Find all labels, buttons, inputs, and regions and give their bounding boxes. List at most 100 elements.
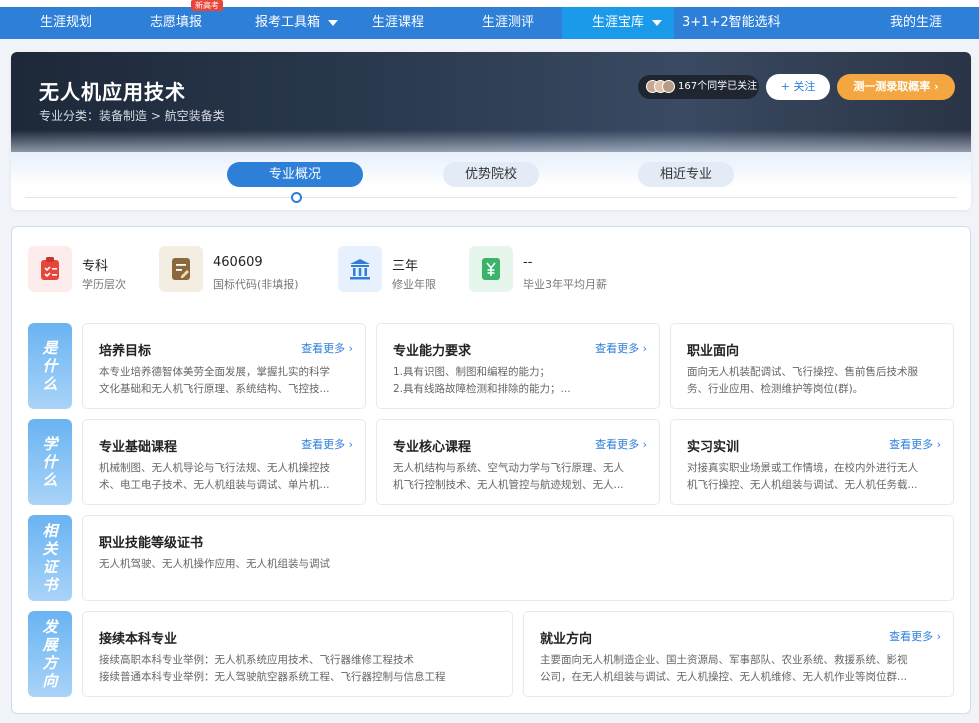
new-badge: 新高考	[191, 0, 223, 11]
section-label-what: 是 什 么	[28, 323, 72, 409]
card-career-orientation[interactable]: 职业面向 面向无人机装配调试、飞行操控、售前售后技术服 务、行业应用、检测维护等…	[670, 323, 954, 409]
view-more-link[interactable]: 查看更多 ›	[301, 436, 353, 452]
document-edit-icon	[159, 246, 203, 292]
nav-application[interactable]: 志愿填报	[150, 7, 202, 39]
card-line: 无人机驾驶、无人机操作应用、无人机组装与调试	[99, 558, 330, 570]
card-line: 本专业培养德智体美劳全面发展，掌握扎实的科学	[99, 366, 330, 378]
section-char: 相	[42, 522, 58, 540]
chevron-down-icon	[652, 19, 663, 26]
card-title: 职业技能等级证书	[99, 536, 204, 551]
overview-panel: 专科 学历层次 460609 国标代码(非填报) 三年 修业年限 -- 毕业3年…	[11, 226, 971, 714]
card-further-study[interactable]: 接续本科专业 接续高职本科专业举例：无人机系统应用技术、飞行器维修工程技术 接续…	[82, 611, 513, 697]
card-body: 本专业培养德智体美劳全面发展，掌握扎实的科学 文化基础和无人机飞行原理、系统结构…	[99, 364, 351, 398]
stat-value: 460609	[213, 255, 263, 270]
card-line: 公司，在无人机组装与调试、无人机操控、无人机维修、无人机作业等岗位群...	[540, 671, 908, 683]
followers-text: 167个同学已关注	[678, 81, 758, 92]
major-header-card: 无人机应用技术 专业分类：装备制造 > 航空装备类 167个同学已关注 + 关注…	[11, 52, 971, 210]
card-line: 无人机结构与系统、空气动力学与飞行原理、无人	[393, 462, 624, 474]
card-employment-direction[interactable]: 就业方向 查看更多 › 主要面向无人机制造企业、国土资源局、军事部队、农业系统、…	[523, 611, 954, 697]
card-title: 实习实训	[687, 440, 740, 455]
nav-toolbox-label: 报考工具箱	[255, 15, 321, 30]
card-body: 面向无人机装配调试、飞行操控、售前售后技术服 务、行业应用、检测维护等岗位(群)…	[687, 364, 939, 398]
nav-treasury-label: 生涯宝库	[592, 15, 645, 30]
card-ability-requirements[interactable]: 专业能力要求 查看更多 › 1.具有识图、制图和编程的能力； 2.具有线路故障检…	[376, 323, 660, 409]
section-char: 什	[42, 357, 58, 375]
card-basic-courses[interactable]: 专业基础课程 查看更多 › 机械制图、无人机导论与飞行法规、无人机操控技 术、电…	[82, 419, 366, 505]
top-navigation: 生涯规划 志愿填报 报考工具箱 生涯课程 生涯测评 生涯宝库 3+1+2智能选科…	[0, 0, 979, 39]
nav-treasury[interactable]: 生涯宝库	[562, 7, 674, 39]
card-line: 务、行业应用、检测维护等岗位(群)。	[687, 383, 864, 395]
section-char: 什	[42, 453, 58, 471]
section-label-study: 学 什 么	[28, 419, 72, 505]
institution-icon	[338, 246, 382, 292]
stat-national-code: 460609 国标代码(非填报)	[159, 246, 319, 292]
clipboard-icon	[28, 246, 72, 292]
view-more-link[interactable]: 查看更多 ›	[889, 436, 941, 452]
card-body: 机械制图、无人机导论与飞行法规、无人机操控技 术、电工电子技术、无人机组装与调试…	[99, 460, 351, 494]
view-more-link[interactable]: 查看更多 ›	[301, 340, 353, 356]
nav-assessment[interactable]: 生涯测评	[482, 7, 534, 39]
section-char: 关	[42, 540, 58, 558]
card-line: 对接真实职业场景或工作情境，在校内外进行无人	[687, 462, 918, 474]
section-char: 证	[42, 558, 58, 576]
card-body: 接续高职本科专业举例：无人机系统应用技术、飞行器维修工程技术 接续普通本科专业举…	[99, 652, 498, 686]
card-core-courses[interactable]: 专业核心课程 查看更多 › 无人机结构与系统、空气动力学与飞行原理、无人 机飞行…	[376, 419, 660, 505]
section-char: 么	[42, 471, 58, 489]
nav-subject-selection[interactable]: 3+1+2智能选科	[682, 7, 781, 39]
chevron-down-icon	[328, 19, 339, 26]
section-char: 向	[42, 672, 58, 690]
stat-label: 毕业3年平均月薪	[523, 278, 607, 291]
card-line: 接续普通本科专业举例：无人驾驶航空器系统工程、飞行器控制与信息工程	[99, 671, 446, 683]
section-char: 方	[42, 654, 58, 672]
stat-label: 修业年限	[392, 278, 436, 291]
view-more-link[interactable]: 查看更多 ›	[595, 436, 647, 452]
view-more-link[interactable]: 查看更多 ›	[889, 628, 941, 644]
section-char: 展	[42, 636, 58, 654]
card-title: 培养目标	[99, 344, 152, 359]
section-char: 学	[42, 435, 58, 453]
money-icon	[469, 246, 513, 292]
card-body: 主要面向无人机制造企业、国土资源局、军事部队、农业系统、救援系统、影视 公司，在…	[540, 652, 939, 686]
stat-duration: 三年 修业年限	[338, 246, 458, 292]
follow-button[interactable]: + 关注	[766, 74, 830, 100]
card-line: 面向无人机装配调试、飞行操控、售前售后技术服	[687, 366, 918, 378]
tab-top-schools[interactable]: 优势院校	[443, 162, 539, 187]
card-line: 机飞行操控、无人机组装与调试、无人机任务载...	[687, 479, 918, 491]
stat-label: 学历层次	[82, 278, 126, 291]
card-line: 术、电工电子技术、无人机组装与调试、单片机...	[99, 479, 330, 491]
stat-value: --	[523, 255, 533, 270]
section-char: 么	[42, 375, 58, 393]
tab-indicator	[291, 192, 302, 203]
major-category: 专业分类：装备制造 > 航空装备类	[39, 109, 225, 123]
card-body: 无人机结构与系统、空气动力学与飞行原理、无人 机飞行控制技术、无人机管控与航迹规…	[393, 460, 645, 494]
nav-toolbox[interactable]: 报考工具箱	[255, 7, 339, 39]
card-line: 机飞行控制技术、无人机管控与航迹规划、无人...	[393, 479, 624, 491]
card-skill-certificates[interactable]: 职业技能等级证书 无人机驾驶、无人机操作应用、无人机组装与调试	[82, 515, 954, 601]
card-title: 专业基础课程	[99, 440, 178, 455]
stat-value: 专科	[82, 259, 109, 274]
stat-education-level: 专科 学历层次	[28, 246, 148, 292]
major-title: 无人机应用技术	[39, 80, 186, 104]
tab-overview[interactable]: 专业概况	[227, 162, 363, 187]
tab-divider	[25, 197, 957, 198]
stat-label: 国标代码(非填报)	[213, 278, 299, 291]
view-more-link[interactable]: 查看更多 ›	[595, 340, 647, 356]
nav-courses[interactable]: 生涯课程	[372, 7, 424, 39]
card-line: 机械制图、无人机导论与飞行法规、无人机操控技	[99, 462, 330, 474]
card-internship[interactable]: 实习实训 查看更多 › 对接真实职业场景或工作情境，在校内外进行无人 机飞行操控…	[670, 419, 954, 505]
card-title: 职业面向	[687, 344, 740, 359]
avatar	[662, 80, 675, 93]
section-char: 是	[42, 339, 58, 357]
card-title: 就业方向	[540, 632, 593, 647]
nav-my-career[interactable]: 我的生涯	[890, 7, 942, 39]
section-label-development: 发 展 方 向	[28, 611, 72, 697]
tab-similar-majors[interactable]: 相近专业	[638, 162, 734, 187]
card-body: 对接真实职业场景或工作情境，在校内外进行无人 机飞行操控、无人机组装与调试、无人…	[687, 460, 939, 494]
card-training-goal[interactable]: 培养目标 查看更多 › 本专业培养德智体美劳全面发展，掌握扎实的科学 文化基础和…	[82, 323, 366, 409]
stat-value: 三年	[392, 259, 419, 274]
section-label-certificates: 相 关 证 书	[28, 515, 72, 601]
admission-test-button[interactable]: 测一测录取概率 ›	[837, 74, 955, 100]
nav-career-planning[interactable]: 生涯规划	[40, 7, 92, 39]
card-line: 2.具有线路故障检测和排除的能力；...	[393, 383, 571, 395]
card-body: 无人机驾驶、无人机操作应用、无人机组装与调试	[99, 556, 939, 573]
